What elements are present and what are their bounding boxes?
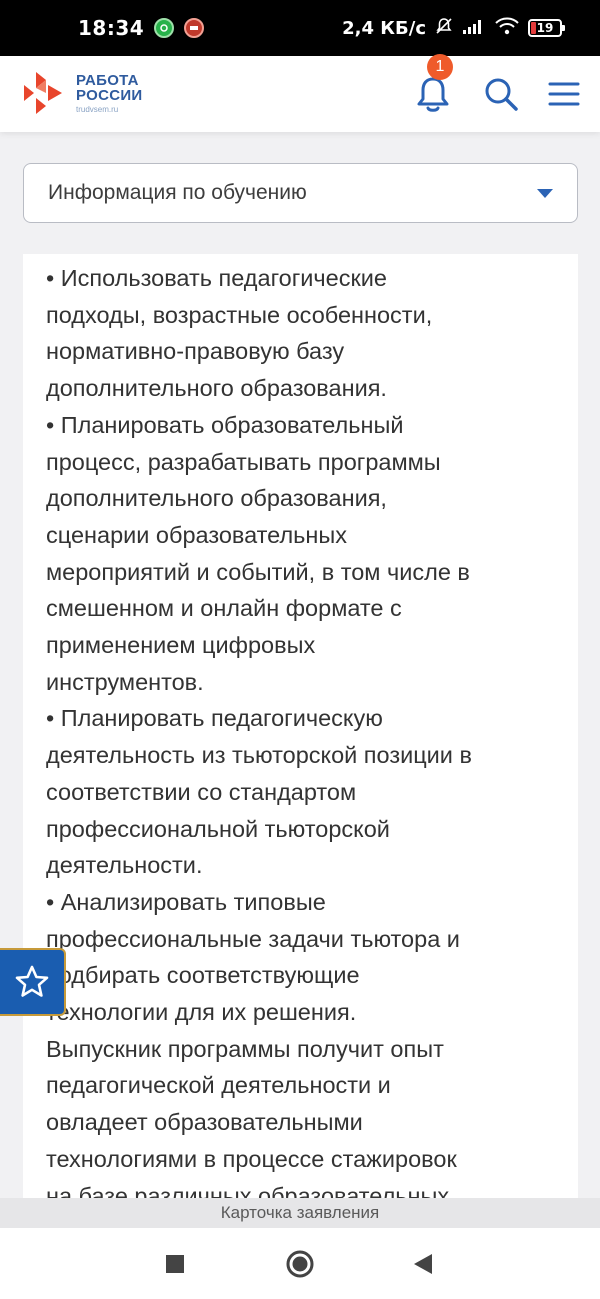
star-icon [15, 965, 49, 997]
bell-icon [417, 77, 449, 112]
notification-badge: 1 [427, 54, 453, 80]
content-line: подходы, возрастные особенности, [46, 301, 433, 328]
logo-mark-icon [24, 72, 62, 114]
favorite-button[interactable] [0, 948, 66, 1016]
battery-level: 19 [536, 21, 554, 35]
content-line: • Анализировать типовые [46, 888, 326, 915]
content-line: на базе различных образовательных [46, 1182, 450, 1198]
app-header: РАБОТА РОССИИ trudvsem.ru [0, 56, 600, 132]
logo-text: РАБОТА РОССИИ trudvsem.ru [76, 73, 143, 114]
system-nav-bar [0, 1228, 600, 1299]
content-line: процесс, разрабатывать программы [46, 448, 441, 475]
section-select-value: Информация по обучению [48, 181, 307, 204]
content-line: инструментов. [46, 668, 204, 695]
search-icon [485, 78, 518, 111]
circle-icon [286, 1250, 314, 1278]
logo-line-2: РОССИИ [76, 86, 143, 104]
content-line: мероприятий и событий, в том числе в [46, 558, 470, 585]
content-line: смешенном и онлайн формате с [46, 595, 402, 622]
menu-button[interactable] [544, 74, 584, 114]
content-line: дополнительного образования. [46, 375, 387, 402]
content-line: соответствии со стандартом [46, 778, 357, 805]
content-card: • Использовать педагогические подходы, во… [23, 254, 578, 1198]
application-card-link[interactable]: Карточка заявления [0, 1198, 600, 1228]
logo-subtitle: trudvsem.ru [76, 104, 119, 114]
content-line: применением цифровых [46, 632, 316, 659]
content-line: овладеет образовательными [46, 1109, 363, 1136]
recent-apps-button[interactable] [157, 1246, 193, 1282]
content-line: педагогической деятельности и [46, 1072, 391, 1099]
search-button[interactable] [481, 74, 521, 114]
logo-line-1: РАБОТА [76, 71, 139, 89]
mute-bell-icon [434, 16, 454, 40]
content-line: деятельности. [46, 852, 203, 879]
signal-icon [462, 17, 486, 39]
square-icon [166, 1255, 184, 1273]
section-select[interactable]: Информация по обучению [23, 163, 578, 223]
status-bar: 18:34 2,4 КБ/с 19 [0, 0, 600, 56]
network-speed: 2,4 КБ/с [342, 17, 426, 39]
content-line: • Планировать образовательный [46, 411, 404, 438]
training-info-text: • Использовать педагогические подходы, во… [46, 260, 566, 1198]
content-line: нормативно-правовую базу [46, 338, 345, 365]
content-line: • Использовать педагогические [46, 265, 387, 291]
site-logo[interactable]: РАБОТА РОССИИ trudvsem.ru [22, 70, 143, 116]
status-time: 18:34 [78, 16, 145, 40]
vk-app-icon [184, 18, 205, 38]
content-line: технологии для их решения. [46, 999, 357, 1026]
content-line: • Планировать педагогическую [46, 705, 383, 732]
content-line: сценарии образовательных [46, 521, 348, 548]
content-line: технологиями в процессе стажировок [46, 1145, 457, 1172]
home-button[interactable] [282, 1246, 318, 1282]
application-card-label: Карточка заявления [220, 1203, 380, 1222]
content-line: дополнительного образования, [46, 485, 387, 512]
back-triangle-icon [414, 1254, 432, 1274]
messenger-icon [154, 18, 175, 38]
content-line: деятельность из тьюторской позиции в [46, 742, 472, 769]
status-right: 2,4 КБ/с 19 [342, 16, 565, 40]
content-line: Выпускник программы получит опыт [46, 1035, 444, 1062]
battery-icon: 19 [528, 19, 565, 37]
notifications-button[interactable] [413, 74, 453, 114]
chevron-down-icon [537, 188, 553, 198]
content-line: профессиональные задачи тьютора и [46, 925, 460, 952]
wifi-icon [494, 16, 520, 40]
content-line: подбирать соответствующие [46, 962, 360, 989]
status-left: 18:34 [78, 16, 205, 40]
content-line: профессиональной тьюторской [46, 815, 390, 842]
back-button[interactable] [405, 1246, 441, 1282]
hamburger-menu-icon [548, 82, 580, 106]
